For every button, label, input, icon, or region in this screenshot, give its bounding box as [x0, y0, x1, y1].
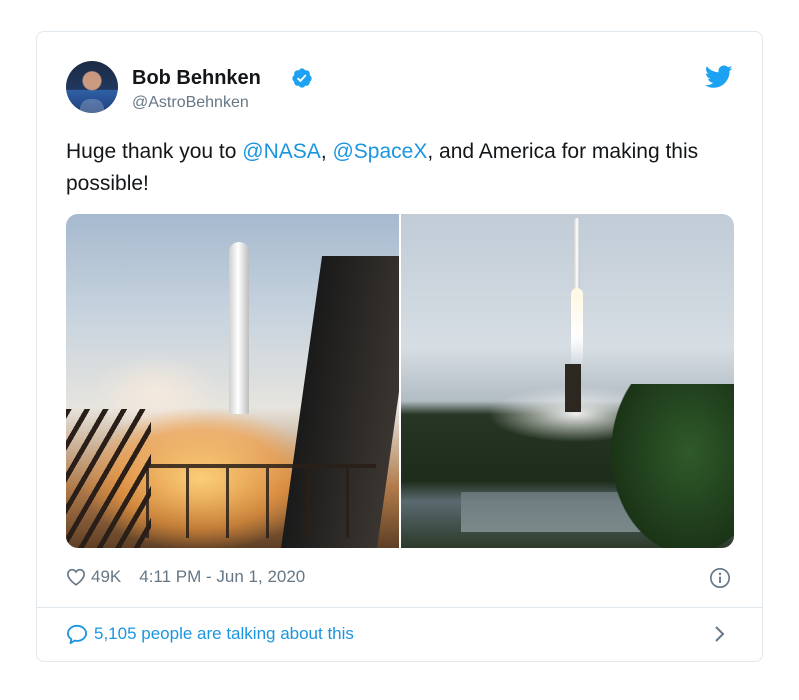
launch-photo-distant[interactable]	[401, 214, 734, 548]
chevron-right-icon[interactable]	[713, 624, 727, 644]
launch-pad-railing	[146, 464, 376, 538]
rocket-exhaust	[571, 288, 583, 368]
divider	[37, 607, 762, 608]
like-count[interactable]: 49K	[91, 567, 121, 587]
mention-spacex[interactable]: @SpaceX	[332, 140, 427, 163]
tweet-text: Huge thank you to @NASA, @SpaceX, and Am…	[66, 136, 746, 200]
rocket	[229, 242, 249, 414]
launch-tower	[565, 364, 581, 412]
timestamp[interactable]: 4:11 PM - Jun 1, 2020	[139, 567, 305, 587]
speech-bubble-icon	[66, 624, 88, 644]
heart-icon[interactable]	[66, 568, 86, 586]
rocket	[574, 218, 580, 290]
twitter-bird-icon[interactable]	[705, 65, 733, 89]
author-handle[interactable]: @AstroBehnken	[132, 94, 249, 112]
tweet-text-sep: ,	[320, 140, 333, 163]
mention-nasa[interactable]: @NASA	[242, 140, 321, 163]
conversation-link[interactable]: 5,105 people are talking about this	[66, 624, 354, 644]
launch-gantry	[66, 409, 151, 548]
tweet-meta: 49K 4:11 PM - Jun 1, 2020	[66, 567, 305, 587]
tweet-card[interactable]: Bob Behnken @AstroBehnken Huge thank you…	[36, 31, 763, 662]
tweet-text-part: Huge thank you to	[66, 140, 243, 163]
tweet-media[interactable]	[66, 214, 734, 548]
launch-photo-closeup[interactable]	[66, 214, 399, 548]
verified-badge-icon	[292, 68, 312, 88]
avatar[interactable]	[66, 61, 118, 113]
foreground-foliage	[611, 384, 734, 548]
author-name[interactable]: Bob Behnken	[132, 67, 261, 90]
talking-count[interactable]: 5,105 people are talking about this	[94, 624, 354, 644]
info-icon[interactable]	[709, 567, 731, 589]
